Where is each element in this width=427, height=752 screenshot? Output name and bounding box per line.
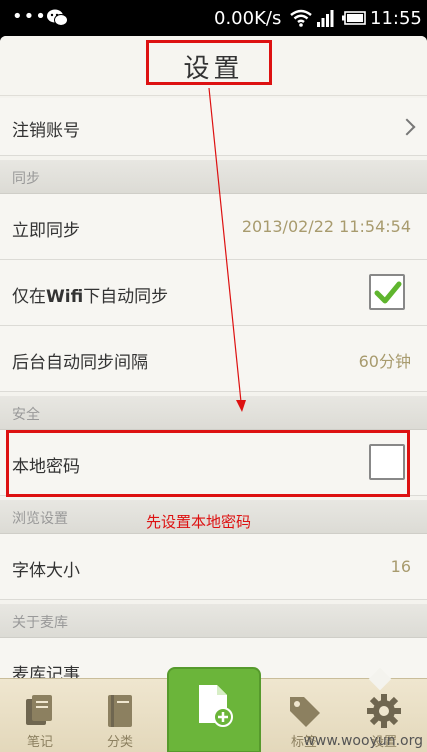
font-size-row[interactable]: 字体大小 16 — [0, 534, 427, 600]
clock: 11:55 — [370, 8, 422, 29]
sync-interval-value: 60分钟 — [358, 352, 411, 371]
wifi-only-label: 仅在Wifi下自动同步 — [12, 287, 169, 307]
annotation-text: 先设置本地密码 — [146, 513, 252, 531]
sync-interval-label: 后台自动同步间隔 — [12, 353, 148, 373]
logout-label: 注销账号 — [12, 121, 80, 141]
wifi-only-checkbox[interactable] — [369, 274, 405, 310]
notes-icon — [26, 695, 52, 725]
bottom-nav: 笔记 分类 标签 设置 www.wooyun.org — [0, 667, 427, 752]
section-sync: 同步 — [0, 160, 427, 194]
gear-icon — [367, 694, 401, 728]
section-security: 安全 — [0, 396, 427, 430]
section-browse-label: 浏览设置 — [12, 511, 68, 527]
logout-row[interactable]: 注销账号 — [0, 98, 427, 156]
section-sync-label: 同步 — [12, 171, 40, 187]
about-label: 麦库记事 — [12, 665, 80, 678]
nav-item-notes[interactable]: 笔记 — [4, 679, 76, 752]
new-note-button[interactable] — [167, 667, 261, 752]
sync-interval-row[interactable]: 后台自动同步间隔 60分钟 — [0, 326, 427, 392]
checkmark-icon — [374, 281, 402, 304]
new-note-icon — [199, 685, 233, 727]
status-bar: ••• 0.00K/s 11:55 — [0, 0, 427, 36]
last-sync-time: 2013/02/22 11:54:54 — [241, 217, 411, 236]
nav-label-category: 分类 — [106, 735, 133, 750]
font-size-label: 字体大小 — [12, 561, 80, 581]
battery-icon — [342, 11, 366, 25]
wechat-icon — [47, 9, 68, 26]
sync-now-label: 立即同步 — [12, 221, 80, 241]
sync-now-row[interactable]: 立即同步 2013/02/22 11:54:54 — [0, 194, 427, 260]
nav-label-notes: 笔记 — [26, 735, 53, 750]
font-size-value: 16 — [390, 557, 411, 576]
wifi-icon — [290, 9, 312, 27]
settings-page: 设置 注销账号 同步 立即同步 2013/02/22 11:54:54 仅在Wi… — [0, 36, 427, 678]
section-about: 关于麦库 — [0, 604, 427, 638]
net-speed: 0.00K/s — [214, 8, 282, 29]
overflow-dots: ••• — [12, 6, 47, 27]
password-highlight-box — [6, 430, 410, 497]
watermark: www.wooyun.org — [303, 733, 423, 749]
section-security-label: 安全 — [12, 407, 40, 423]
title-highlight-box — [146, 40, 272, 85]
wifi-only-row[interactable]: 仅在Wifi下自动同步 — [0, 260, 427, 326]
chevron-right-icon — [398, 118, 416, 136]
category-book-icon — [108, 695, 132, 727]
nav-item-category[interactable]: 分类 — [84, 679, 156, 752]
tag-icon — [290, 697, 320, 727]
signal-icon — [317, 10, 334, 27]
section-about-label: 关于麦库 — [12, 615, 68, 631]
